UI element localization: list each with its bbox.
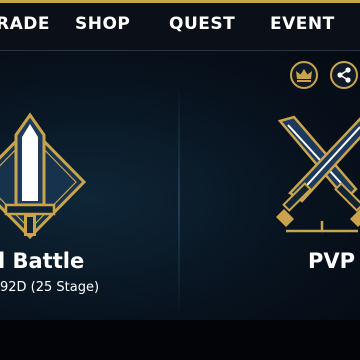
battle-mode-title: l Battle [0, 249, 85, 273]
pvp-mode-title: PVP [308, 249, 356, 273]
top-nav-bar: RADE SHOP QUEST EVENT [0, 0, 360, 51]
battle-mode-subtitle: 92D (25 Stage) [0, 280, 100, 295]
nav-item-shop[interactable]: SHOP [75, 14, 130, 34]
bottom-black-bar [0, 320, 360, 360]
nav-item-upgrade[interactable]: RADE [0, 14, 50, 34]
pvp-mode-card[interactable]: PVP [180, 51, 360, 320]
nav-item-quest[interactable]: QUEST [169, 14, 235, 34]
crossed-swords-icon [276, 115, 360, 233]
sword-icon [0, 112, 87, 240]
battle-mode-card[interactable]: l Battle 92D (25 Stage) [0, 51, 178, 320]
nav-top-border [0, 0, 360, 3]
nav-item-event[interactable]: EVENT [270, 14, 335, 34]
game-mode-panel: l Battle 92D (25 Stage) PVP [0, 51, 360, 320]
